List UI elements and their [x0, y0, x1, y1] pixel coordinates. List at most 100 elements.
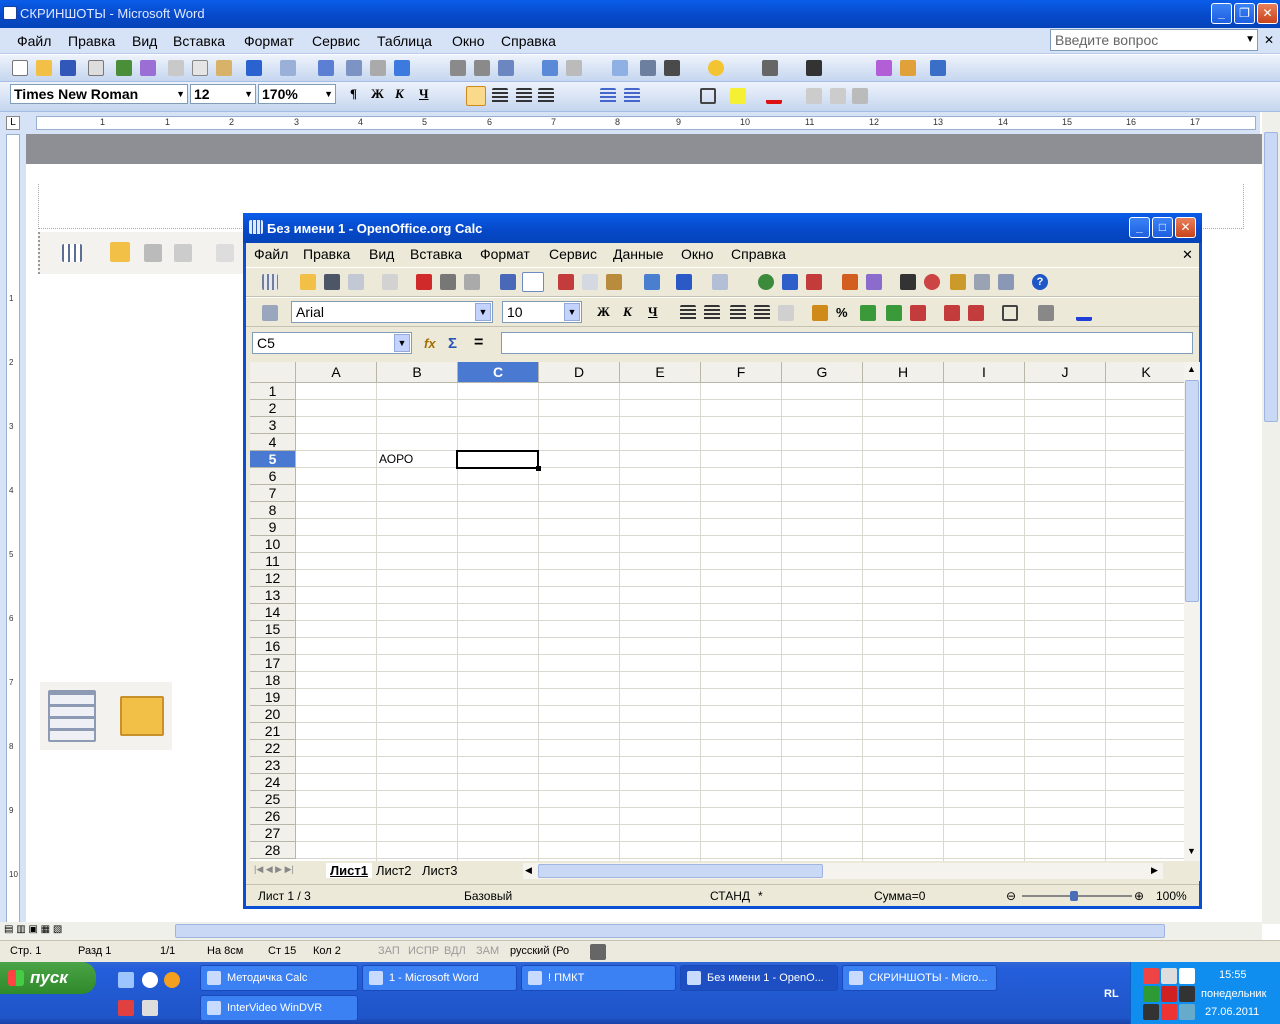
tray-icon[interactable]	[1161, 986, 1177, 1002]
tray-icon[interactable]	[1143, 968, 1159, 984]
calc-menu-format[interactable]: Формат	[480, 246, 530, 262]
borders-icon[interactable]	[1002, 305, 1018, 321]
calc-menu-help[interactable]: Справка	[731, 246, 786, 262]
calc-underline-button[interactable]: Ч	[648, 304, 658, 320]
sort-descending-icon[interactable]	[806, 274, 822, 290]
font-name-select[interactable]: Times New Roman ▼	[10, 84, 188, 104]
undo-icon[interactable]	[246, 60, 262, 76]
picture-icon[interactable]	[612, 60, 628, 76]
equals-icon[interactable]: =	[474, 334, 490, 351]
edit-file-icon[interactable]	[382, 274, 398, 290]
redo-icon[interactable]	[280, 60, 296, 76]
formula-input[interactable]	[501, 332, 1193, 354]
row-header-11[interactable]: 11	[250, 553, 296, 570]
task-calc-untitled[interactable]: Без имени 1 - OpenO...	[680, 965, 838, 991]
sun-icon[interactable]	[708, 60, 724, 76]
start-button[interactable]: пуск	[0, 962, 96, 994]
new-document-icon[interactable]	[12, 60, 28, 76]
research-icon[interactable]	[140, 60, 156, 76]
open-folder-icon[interactable]	[300, 274, 316, 290]
sheet-tab-2[interactable]: Лист2	[376, 863, 411, 878]
font-color-icon[interactable]	[1076, 305, 1092, 321]
chevron-down-icon[interactable]: ▼	[394, 334, 410, 352]
equation-icon[interactable]	[852, 88, 868, 104]
tray-icon[interactable]	[1143, 1004, 1159, 1020]
task-screenshots-word[interactable]: СКРИНШОТЫ - Micro...	[842, 965, 997, 991]
cut-icon[interactable]	[168, 60, 184, 76]
font-color-icon[interactable]	[766, 88, 782, 104]
export-pdf-icon[interactable]	[416, 274, 432, 290]
drawing-icon[interactable]	[394, 60, 410, 76]
align-right-icon[interactable]	[516, 88, 532, 104]
quicklaunch-app-icon[interactable]	[118, 1000, 134, 1016]
word-minimize-button[interactable]: _	[1211, 3, 1232, 24]
tray-icon[interactable]	[1179, 986, 1195, 1002]
calc-vscroll-thumb[interactable]	[1185, 380, 1199, 602]
percent-format-icon[interactable]: %	[836, 305, 852, 321]
show-desktop-icon[interactable]	[118, 972, 134, 988]
copy-icon[interactable]	[582, 274, 598, 290]
spelling-status-icon[interactable]	[590, 944, 606, 960]
row-header-18[interactable]: 18	[250, 672, 296, 689]
line-spacing-icon[interactable]	[806, 60, 822, 76]
close-document-icon[interactable]: ✕	[1264, 33, 1274, 47]
column-header-c[interactable]: C	[458, 362, 539, 383]
calc-close-button[interactable]: ✕	[1175, 217, 1196, 238]
align-left-icon[interactable]	[680, 305, 696, 321]
hyperlink-icon[interactable]	[758, 274, 774, 290]
row-header-28[interactable]: 28	[250, 842, 296, 859]
word-close-button[interactable]: ✕	[1257, 3, 1278, 24]
zoom-out-icon[interactable]: ⊖	[1006, 889, 1016, 903]
calc-menu-view[interactable]: Вид	[369, 246, 394, 262]
copy-icon[interactable]	[192, 60, 208, 76]
word-vscroll-thumb[interactable]	[1264, 132, 1278, 422]
justify-icon[interactable]	[538, 88, 554, 104]
align-left-icon[interactable]	[466, 86, 486, 106]
word-menu-help[interactable]: Справка	[501, 33, 556, 49]
status-ext[interactable]: ВДЛ	[444, 945, 466, 957]
zoom-slider[interactable]	[1022, 891, 1132, 901]
font-size-select[interactable]: 12 ▼	[190, 84, 256, 104]
save-icon[interactable]	[324, 274, 340, 290]
word-menu-edit[interactable]: Правка	[68, 33, 115, 49]
word-vertical-scrollbar[interactable]	[1262, 112, 1280, 924]
row-header-3[interactable]: 3	[250, 417, 296, 434]
standard-format-icon[interactable]	[860, 305, 876, 321]
tray-icon[interactable]	[1161, 1004, 1177, 1020]
table-grid-icon[interactable]	[640, 60, 656, 76]
row-header-27[interactable]: 27	[250, 825, 296, 842]
spellcheck-icon[interactable]	[500, 274, 516, 290]
tray-icon[interactable]	[1143, 986, 1159, 1002]
name-box[interactable]: C5 ▼	[252, 332, 412, 354]
bold-button[interactable]: Ж	[371, 86, 384, 102]
new-document-icon[interactable]	[262, 274, 278, 290]
calc-italic-button[interactable]: К	[623, 304, 632, 320]
status-rec[interactable]: ЗАП	[378, 945, 400, 957]
chart-icon[interactable]	[842, 274, 858, 290]
calc-font-name-select[interactable]: Arial ▼	[291, 301, 493, 323]
undo-icon[interactable]	[676, 274, 692, 290]
word-title-bar[interactable]: СКРИНШОТЫ - Microsoft Word _ ❐ ✕	[0, 0, 1280, 28]
autospell-icon[interactable]	[522, 272, 544, 292]
spelling-icon[interactable]	[116, 60, 132, 76]
crosshair-icon[interactable]	[762, 60, 778, 76]
row-header-8[interactable]: 8	[250, 502, 296, 519]
currency-format-icon[interactable]	[812, 305, 828, 321]
column-header-e[interactable]: E	[620, 362, 701, 383]
calc-bold-button[interactable]: Ж	[597, 304, 610, 320]
zoom-in-icon[interactable]: ⊕	[1134, 889, 1144, 903]
sum-icon[interactable]: Σ	[448, 335, 464, 352]
tray-icon[interactable]	[1179, 1004, 1195, 1020]
clock-time[interactable]: 15:55	[1219, 969, 1247, 981]
word-menu-insert[interactable]: Вставка	[173, 33, 225, 49]
calc-hscroll-thumb[interactable]	[538, 864, 823, 878]
justify-icon[interactable]	[754, 305, 770, 321]
status-insert-mode[interactable]: СТАНД	[710, 889, 750, 903]
increase-indent-icon[interactable]	[968, 305, 984, 321]
open-folder-icon[interactable]	[36, 60, 52, 76]
calc-menu-file[interactable]: Файл	[254, 246, 288, 262]
decrease-indent-icon[interactable]	[944, 305, 960, 321]
row-header-6[interactable]: 6	[250, 468, 296, 485]
bullets-icon[interactable]	[624, 88, 640, 104]
column-header-d[interactable]: D	[539, 362, 620, 383]
